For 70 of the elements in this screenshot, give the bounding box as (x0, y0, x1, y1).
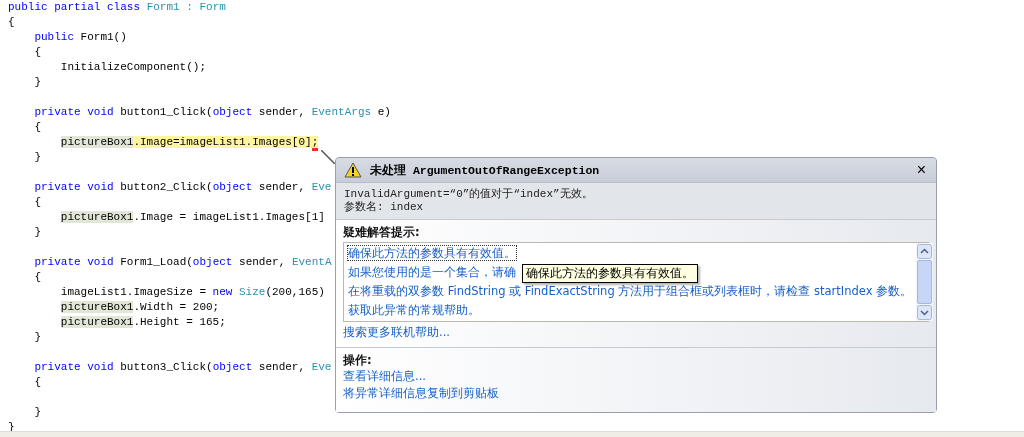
warning-icon (344, 162, 362, 178)
code-token: pictureBox1 (60, 316, 134, 328)
code-token: private void (34, 256, 115, 268)
code-token: { (34, 46, 41, 58)
code-token: } (34, 406, 41, 418)
code-token: Size (239, 286, 266, 298)
code-token: } (34, 331, 41, 343)
scrollbar[interactable] (916, 243, 934, 321)
exception-title: 未处理 ArgumentOutOfRangeException (370, 162, 601, 178)
code-token: .Width = 200; (133, 301, 220, 313)
scroll-thumb[interactable] (917, 260, 933, 304)
scroll-up-icon[interactable] (917, 244, 933, 259)
code-token: button1_Click( (120, 106, 213, 118)
code-token: Eve (311, 361, 332, 373)
scroll-down-icon[interactable] (917, 305, 933, 320)
code-token: sender, (258, 181, 307, 193)
code-token: sender, (239, 256, 287, 268)
code-token: imageList1.ImageSize = (60, 286, 207, 298)
code-token: } (34, 151, 41, 163)
code-token: pictureBox1 (60, 211, 134, 223)
code-token: button3_Click( (120, 361, 213, 373)
code-token: ; (311, 136, 319, 151)
code-token: object (192, 256, 234, 268)
code-token: new (212, 286, 234, 298)
code-token: public partial class (8, 1, 142, 13)
tip-link[interactable]: 在将重载的双参数 FindString 或 FindExactString 方法用于组合框或列表框时，请检查 startIndex 参数。 (347, 283, 914, 299)
code-token: public (34, 31, 75, 43)
action-link[interactable]: 查看详细信息... (343, 368, 426, 385)
code-token: EventArgs (311, 106, 373, 118)
code-token: Form1() (80, 31, 127, 43)
tip-link[interactable]: 如果您使用的是一个集合，请确 (347, 264, 517, 280)
code-token: private void (34, 181, 115, 193)
code-token: Form1_Load( (120, 256, 193, 268)
code-token: { (8, 16, 15, 28)
exception-message: InvalidArgument=“0”的值对于“index”无效。 (344, 188, 594, 201)
code-token: pictureBox1 (60, 301, 134, 313)
help-link[interactable]: 搜索更多联机帮助... (343, 324, 450, 341)
exception-message: 参数名: index (344, 201, 425, 214)
code-token: Eve (311, 181, 332, 193)
section-heading: 疑难解答提示: (343, 224, 421, 240)
code-token: } (34, 226, 41, 238)
tip-link[interactable]: 确保此方法的参数具有有效值。 (347, 245, 517, 261)
code-token: private void (34, 106, 115, 118)
code-token: object (212, 181, 254, 193)
code-token: { (34, 196, 41, 208)
code-token: pictureBox1 (60, 136, 134, 148)
code-token: { (34, 376, 41, 388)
code-token: EventA (291, 256, 332, 268)
code-token: { (34, 121, 41, 133)
code-token: sender, (258, 361, 307, 373)
code-token: .Image=imageList1.Images[0] (133, 136, 312, 148)
action-link[interactable]: 将异常详细信息复制到剪贴板 (343, 385, 499, 402)
code-token: } (34, 76, 41, 88)
code-token: { (34, 271, 41, 283)
code-token: .Height = 165; (133, 316, 226, 328)
tooltip: 确保此方法的参数具有有效值。 (522, 264, 698, 283)
code-token: object (212, 361, 254, 373)
code-token: .Image = imageList1.Images[1] (133, 211, 325, 223)
leader-line (321, 150, 335, 164)
code-token: Form1 : Form (146, 1, 226, 13)
close-button[interactable]: × (914, 162, 928, 178)
code-token: sender, (258, 106, 307, 118)
code-token: e) (377, 106, 391, 118)
code-token: InitializeComponent(); (60, 61, 206, 73)
code-token: object (212, 106, 254, 118)
code-token: button2_Click( (120, 181, 213, 193)
code-token: private void (34, 361, 115, 373)
tip-link[interactable]: 获取此异常的常规帮助。 (347, 302, 481, 318)
section-heading: 操作: (343, 352, 373, 368)
code-token: (200,165) (265, 286, 325, 298)
